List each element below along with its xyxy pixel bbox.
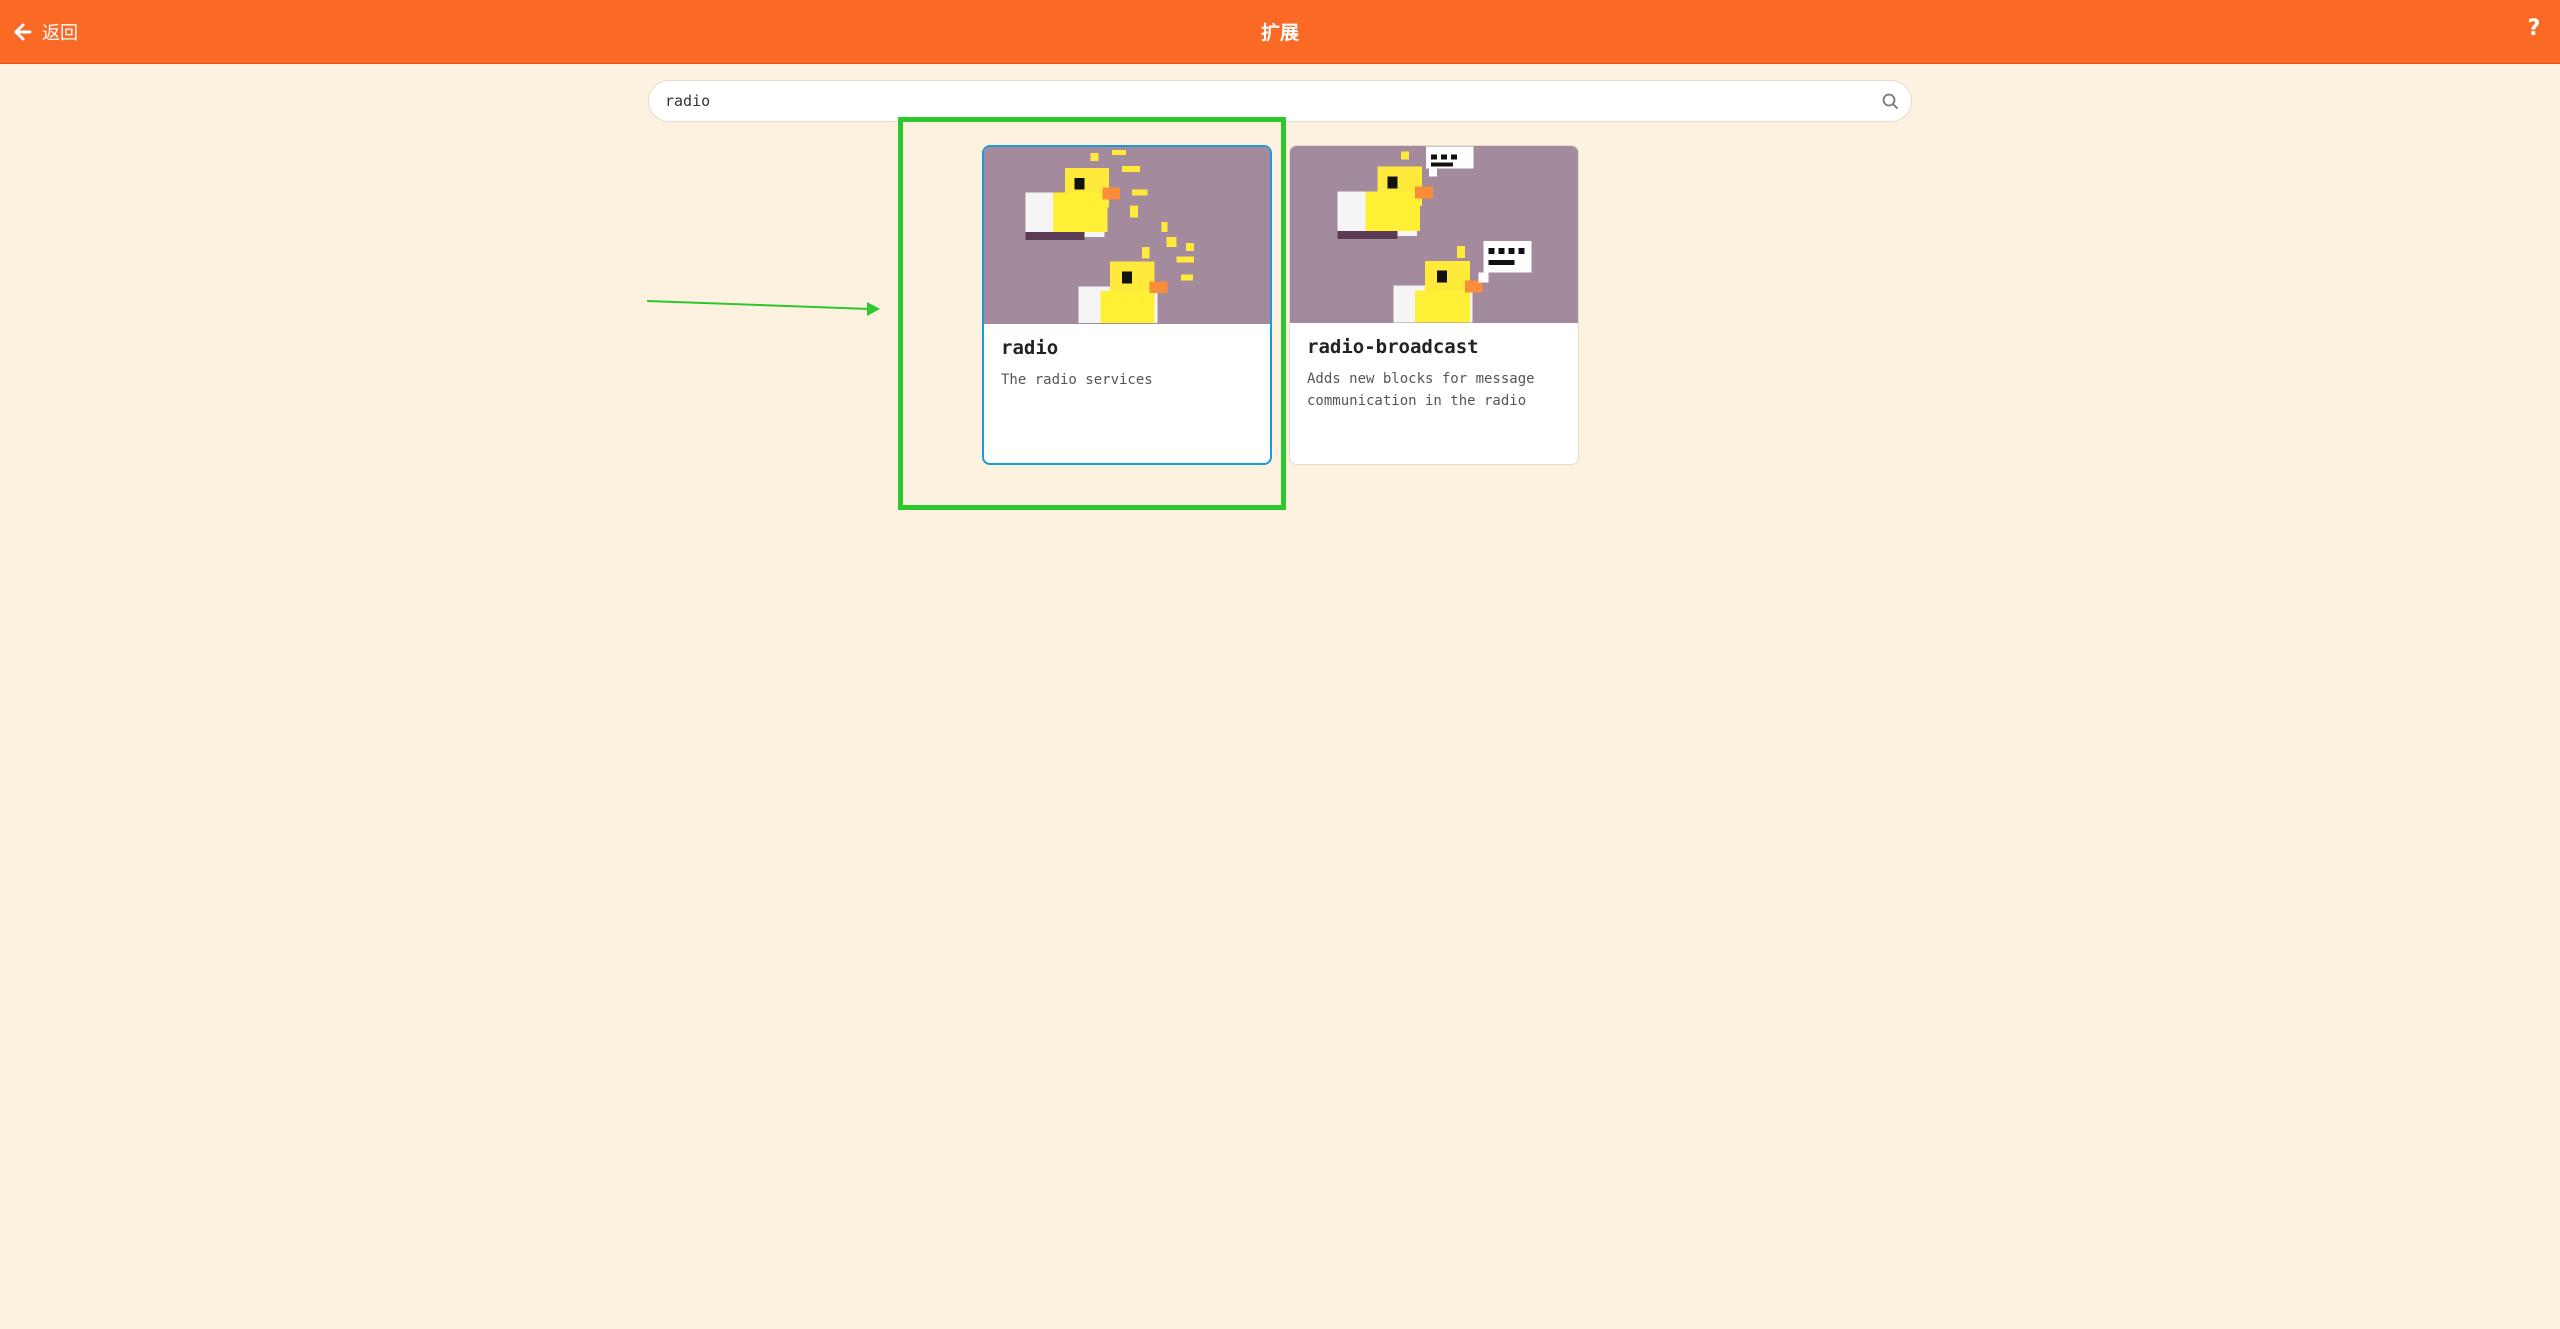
search-input[interactable] [665,81,1845,121]
extension-card-image [1290,146,1578,323]
duck-illustration [1290,146,1578,323]
duck-illustration [984,148,1270,323]
extension-card-title: radio-broadcast [1307,336,1479,358]
extension-card-radio-broadcast[interactable]: radio-broadcast Adds new blocks for mess… [1289,145,1579,465]
search-box [648,80,1912,122]
help-button[interactable]: ? [2522,16,2546,46]
extension-card-radio[interactable]: radio The radio services [982,145,1272,465]
extension-card-title: radio [1001,337,1059,359]
extension-card-description: The radio services [1001,372,1153,388]
top-bar: 返回 扩展 ? [0,0,2560,64]
extension-card-description: Adds new blocks for message communicatio… [1307,371,1535,409]
pointer-arrow-icon [646,300,880,316]
extension-card-image [984,147,1270,324]
page-title: 扩展 [1260,22,1299,44]
search-icon[interactable] [1881,92,1899,110]
